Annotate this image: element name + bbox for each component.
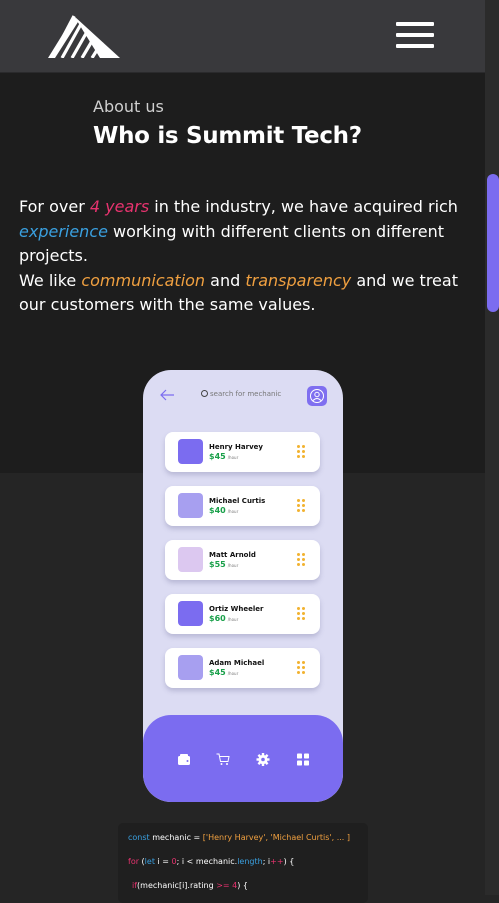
code-token: ) { — [237, 881, 249, 890]
mechanic-name: Michael Curtis — [209, 497, 266, 505]
phone-mockup: search for mechanic Henry Harvey $45/hour… — [143, 370, 343, 802]
code-snippet: const mechanic = ['Henry Harvey', 'Micha… — [118, 823, 368, 903]
code-token: mechanic = — [149, 833, 203, 842]
about-paragraph: For over 4 years in the industry, we hav… — [19, 195, 479, 318]
price-value: $60 — [209, 614, 226, 623]
mechanic-avatar — [178, 655, 203, 680]
more-dots-icon[interactable] — [297, 499, 307, 513]
menu-bar — [396, 44, 434, 48]
mechanic-card[interactable]: Henry Harvey $45/hour — [165, 432, 320, 472]
mechanic-avatar — [178, 547, 203, 572]
mechanic-price: $40/hour — [209, 506, 238, 515]
highlight-communication: communication — [81, 270, 206, 290]
code-token: ++ — [270, 857, 284, 866]
code-token: const — [128, 833, 150, 842]
text: For over — [19, 197, 90, 216]
more-dots-icon[interactable] — [297, 607, 307, 621]
wallet-icon — [178, 754, 190, 765]
more-dots-icon[interactable] — [297, 445, 307, 459]
cart-icon — [216, 753, 230, 765]
search-icon — [201, 390, 208, 397]
price-value: $40 — [209, 506, 226, 515]
code-token: i = — [154, 857, 172, 866]
mechanic-card[interactable]: Adam Michael $45/hour — [165, 648, 320, 688]
price-unit: /hour — [227, 563, 239, 568]
price-value: $45 — [209, 668, 226, 677]
highlight-years: 4 years — [89, 197, 150, 216]
mechanic-price: $60/hour — [209, 614, 238, 623]
code-line: const mechanic = ['Henry Harvey', 'Micha… — [128, 833, 350, 842]
code-token: >= 4 — [216, 881, 238, 890]
price-value: $55 — [209, 560, 226, 569]
highlight-experience: experience — [19, 221, 108, 241]
user-icon — [310, 389, 324, 403]
mechanic-card[interactable]: Ortiz Wheeler $60/hour — [165, 594, 320, 634]
about-title: Who is Summit Tech? — [93, 123, 362, 149]
code-line: for (let i = 0; i < mechanic.length; i++… — [128, 857, 294, 866]
code-token: ) { — [283, 857, 295, 866]
code-line: if(mechanic[i].rating >= 4) { — [132, 881, 248, 890]
summit-tech-logo[interactable] — [48, 14, 120, 58]
grid-icon — [297, 753, 309, 766]
mechanic-price: $45/hour — [209, 668, 238, 677]
code-token: length — [237, 857, 263, 866]
phone-bottom-nav — [143, 715, 343, 802]
price-unit: /hour — [227, 509, 239, 514]
price-unit: /hour — [227, 617, 239, 622]
text: and — [205, 270, 246, 290]
mechanic-avatar — [178, 493, 203, 518]
settings-icon — [256, 753, 270, 766]
menu-bar — [396, 33, 434, 37]
price-unit: /hour — [227, 671, 239, 676]
code-token: ['Henry Harvey', 'Michael Curtis', ... ] — [202, 833, 350, 842]
scrollbar-thumb[interactable] — [487, 174, 499, 312]
scrollbar-track[interactable] — [485, 0, 499, 895]
highlight-transparency: transparency — [245, 270, 352, 290]
mechanic-price: $45/hour — [209, 452, 238, 461]
price-unit: /hour — [227, 455, 239, 460]
code-token: ; i < mechanic. — [176, 857, 238, 866]
mechanic-price: $55/hour — [209, 560, 238, 569]
mechanic-name: Matt Arnold — [209, 551, 256, 559]
mechanic-name: Ortiz Wheeler — [209, 605, 264, 613]
mechanic-name: Adam Michael — [209, 659, 265, 667]
hamburger-icon[interactable] — [396, 22, 434, 52]
search-placeholder: search for mechanic — [210, 390, 282, 398]
mechanic-card[interactable]: Michael Curtis $40/hour — [165, 486, 320, 526]
mechanic-name: Henry Harvey — [209, 443, 263, 451]
site-header — [0, 0, 485, 73]
about-eyebrow: About us — [93, 97, 164, 116]
mechanic-card[interactable]: Matt Arnold $55/hour — [165, 540, 320, 580]
code-token: let — [144, 857, 155, 866]
text: We like — [19, 270, 82, 290]
mechanic-avatar — [178, 439, 203, 464]
more-dots-icon[interactable] — [297, 661, 307, 675]
search-bar: search for mechanic — [201, 390, 281, 398]
menu-bar — [396, 22, 434, 26]
mechanic-avatar — [178, 601, 203, 626]
price-value: $45 — [209, 452, 226, 461]
code-token: (mechanic[i].rating — [137, 881, 217, 890]
text: in the industry, we have acquired rich — [149, 197, 458, 216]
code-token: for — [128, 857, 139, 866]
more-dots-icon[interactable] — [297, 553, 307, 567]
back-arrow-icon — [160, 389, 174, 401]
profile-avatar-icon — [307, 386, 327, 406]
